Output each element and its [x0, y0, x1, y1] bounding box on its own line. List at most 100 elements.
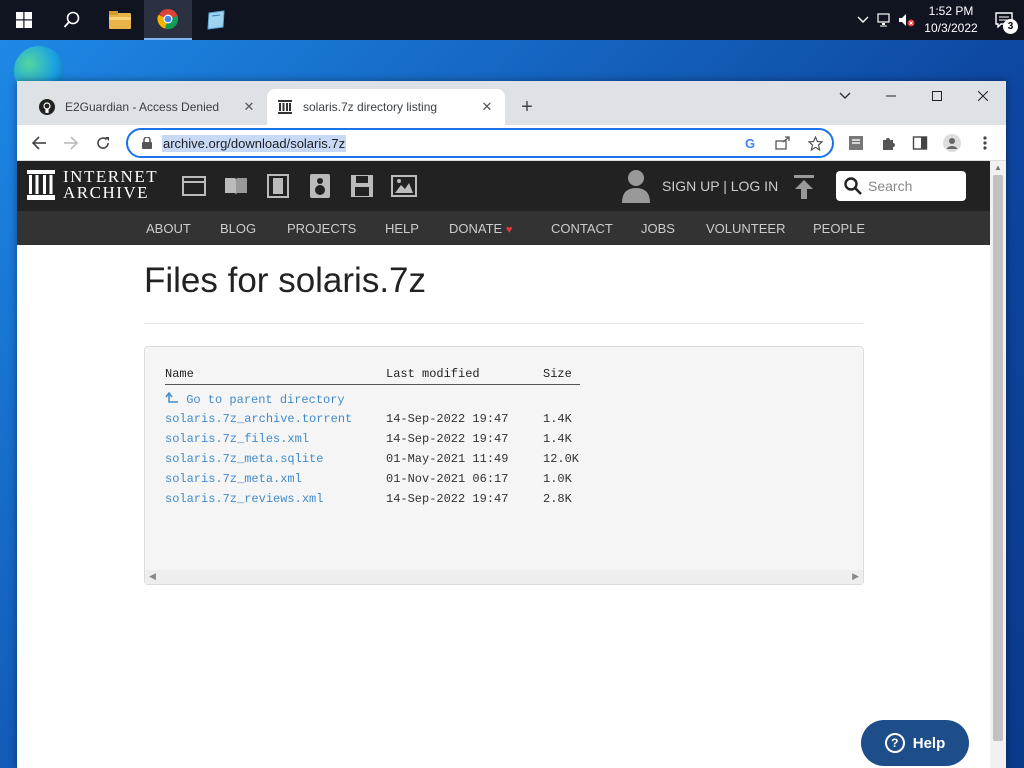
vertical-scrollbar[interactable]: ▲: [990, 161, 1006, 768]
share-icon[interactable]: [774, 134, 792, 152]
new-tab-button[interactable]: +: [515, 95, 539, 119]
nav-jobs[interactable]: JOBS: [641, 221, 675, 236]
audio-icon[interactable]: [307, 173, 333, 199]
clock-date: 10/3/2022: [924, 21, 978, 35]
tab-solaris-listing[interactable]: solaris.7z directory listing ✕: [267, 89, 505, 125]
volume-muted-icon[interactable]: [896, 0, 918, 40]
network-icon[interactable]: [874, 0, 896, 40]
file-link[interactable]: solaris.7z_meta.xml: [165, 472, 302, 486]
col-header-modified[interactable]: Last modified: [386, 367, 480, 381]
forward-arrow-icon: [64, 136, 79, 150]
tab-close-icon[interactable]: ✕: [479, 99, 495, 115]
file-modified: 14-Sep-2022 19:47: [386, 492, 509, 506]
nav-help[interactable]: HELP: [385, 221, 419, 236]
images-icon[interactable]: [391, 173, 417, 199]
upload-icon[interactable]: [793, 175, 815, 199]
kebab-menu-icon[interactable]: [975, 133, 995, 153]
windows-icon: [16, 12, 32, 28]
taskbar: 1:52 PM 10/3/2022 3: [0, 0, 1024, 40]
taskbar-app[interactable]: [192, 0, 240, 40]
notification-badge: 3: [1003, 19, 1018, 34]
help-label: Help: [912, 734, 946, 752]
scroll-right-icon[interactable]: ▶: [852, 571, 859, 582]
tab-title: solaris.7z directory listing: [303, 100, 438, 114]
taskbar-file-explorer[interactable]: [96, 0, 144, 40]
github-icon: [39, 99, 55, 115]
system-tray: 1:52 PM 10/3/2022 3: [852, 0, 1024, 40]
video-icon[interactable]: [265, 173, 291, 199]
scroll-left-icon[interactable]: ◀: [149, 571, 156, 582]
bookmark-star-icon[interactable]: [806, 134, 824, 152]
file-size: 12.0K: [543, 452, 580, 466]
file-link[interactable]: solaris.7z_meta.sqlite: [165, 452, 323, 466]
svg-text:G: G: [745, 136, 755, 150]
notification-center-button[interactable]: 3: [984, 0, 1024, 40]
maximize-button[interactable]: [914, 81, 960, 111]
tab-e2guardian[interactable]: E2Guardian - Access Denied ✕: [29, 89, 267, 125]
ia-top-bar: INTERNET ARCHIVE SIGN UP | LOG IN Search: [17, 161, 990, 211]
archive-icon: [277, 99, 293, 115]
page-title: Files for solaris.7z: [144, 261, 427, 300]
back-arrow-icon: [31, 136, 46, 150]
close-button[interactable]: [960, 81, 1006, 111]
file-modified: 14-Sep-2022 19:47: [386, 432, 509, 446]
web-icon[interactable]: [181, 173, 207, 199]
user-avatar-icon[interactable]: [621, 169, 651, 203]
nav-about[interactable]: ABOUT: [146, 221, 191, 236]
side-panel-icon[interactable]: [910, 133, 930, 153]
help-button[interactable]: ? Help: [861, 720, 969, 766]
software-icon[interactable]: [349, 173, 375, 199]
tab-close-icon[interactable]: ✕: [241, 99, 257, 115]
nav-contact[interactable]: CONTACT: [551, 221, 613, 236]
col-header-name[interactable]: Name: [165, 367, 194, 381]
search-icon: [63, 11, 80, 28]
minimize-button[interactable]: [868, 81, 914, 111]
nav-donate[interactable]: DONATE ♥: [449, 221, 512, 236]
taskbar-chrome[interactable]: [144, 0, 192, 40]
file-link[interactable]: solaris.7z_reviews.xml: [165, 492, 323, 506]
nav-blog[interactable]: BLOG: [220, 221, 256, 236]
back-button[interactable]: [27, 131, 51, 155]
profile-avatar-icon[interactable]: [942, 133, 962, 153]
signup-login-link[interactable]: SIGN UP | LOG IN: [662, 178, 778, 194]
app-icon: [207, 10, 225, 30]
scroll-thumb[interactable]: [993, 175, 1003, 741]
extension-icon[interactable]: [846, 133, 866, 153]
search-placeholder: Search: [868, 178, 913, 194]
lock-icon[interactable]: [140, 137, 154, 149]
ia-temple-icon: [27, 170, 55, 200]
taskbar-search-button[interactable]: [48, 0, 96, 40]
directory-listing: Name Last modified Size Go to parent dir…: [144, 346, 864, 585]
url-text[interactable]: archive.org/download/solaris.7z: [162, 134, 347, 152]
scroll-up-icon[interactable]: ▲: [994, 163, 1002, 172]
nav-people[interactable]: PEOPLE: [813, 221, 865, 236]
puzzle-extensions-icon[interactable]: [878, 133, 898, 153]
texts-icon[interactable]: [223, 173, 249, 199]
parent-directory-link[interactable]: Go to parent directory: [165, 391, 345, 407]
google-translate-icon[interactable]: G: [742, 134, 760, 152]
file-link[interactable]: solaris.7z_archive.torrent: [165, 412, 352, 426]
address-bar[interactable]: archive.org/download/solaris.7z G: [126, 128, 834, 158]
tab-strip: E2Guardian - Access Denied ✕ solaris.7z …: [17, 81, 1006, 125]
col-header-size[interactable]: Size: [543, 367, 572, 381]
horizontal-scrollbar[interactable]: ◀ ▶: [145, 570, 863, 584]
reload-button[interactable]: [91, 131, 115, 155]
browser-toolbar: archive.org/download/solaris.7z G: [17, 125, 1006, 161]
file-size: 1.0K: [543, 472, 572, 486]
listing-header: Name Last modified Size: [165, 367, 585, 385]
omnibox-actions: G: [742, 134, 824, 152]
question-icon: ?: [884, 733, 905, 753]
page-content: INTERNET ARCHIVE SIGN UP | LOG IN Search…: [17, 161, 990, 768]
forward-button[interactable]: [59, 131, 83, 155]
ia-secondary-nav: ABOUT BLOG PROJECTS HELP DONATE ♥ CONTAC…: [17, 211, 990, 245]
chevron-up-icon[interactable]: [852, 0, 874, 40]
file-link[interactable]: solaris.7z_files.xml: [165, 432, 309, 446]
window-controls: [868, 81, 1006, 111]
nav-projects[interactable]: PROJECTS: [287, 221, 356, 236]
tab-search-chevron-icon[interactable]: [835, 85, 855, 107]
clock[interactable]: 1:52 PM 10/3/2022: [918, 3, 984, 37]
start-button[interactable]: [0, 0, 48, 40]
ia-logo[interactable]: INTERNET ARCHIVE: [27, 168, 158, 201]
ia-search-input[interactable]: Search: [836, 171, 966, 201]
nav-volunteer[interactable]: VOLUNTEER: [706, 221, 785, 236]
